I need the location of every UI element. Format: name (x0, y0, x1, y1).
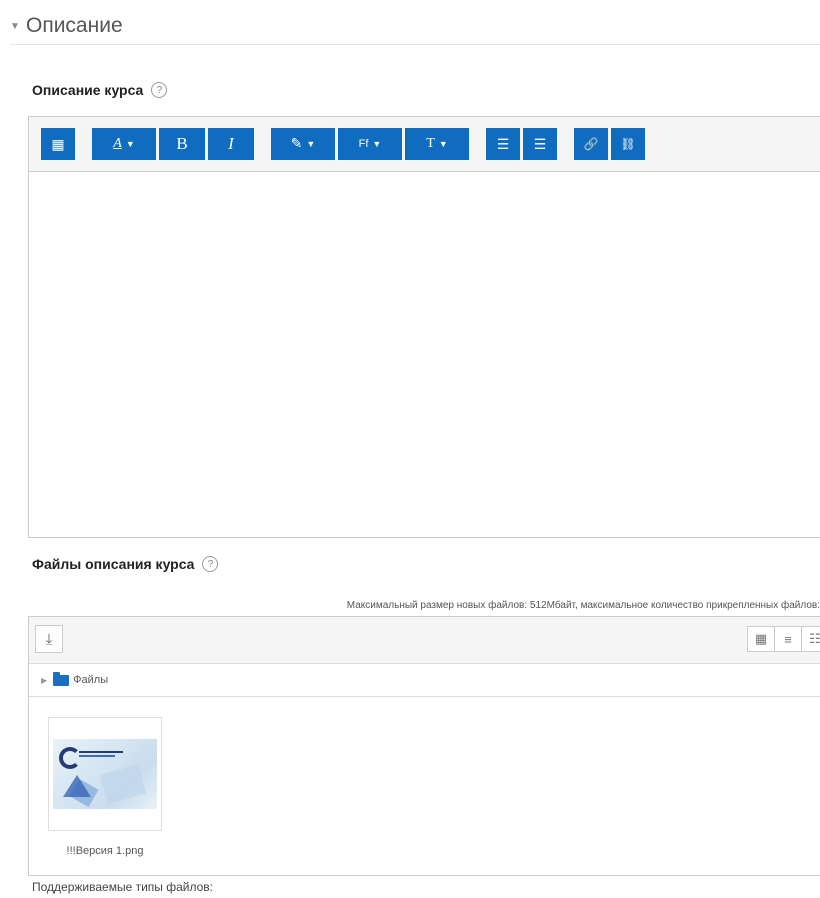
download-tray-icon: ⤓ (45, 630, 53, 648)
grid-view-icon: ▦ (754, 631, 768, 646)
bullet-list-icon: ☰ (496, 135, 510, 152)
file-manager-toolbar: ⤓ ▦ ≡ ☷ (29, 617, 820, 664)
file-list-area: !!!Версия 1.png (29, 697, 820, 877)
triangle-right-icon: ▶ (41, 675, 48, 685)
course-files-label-text: Файлы описания курса (32, 556, 195, 572)
caret-down-icon: ▼ (372, 139, 382, 149)
supported-file-types-label: Поддерживаемые типы файлов: (32, 880, 214, 894)
file-path-bar: ▶ Файлы (29, 664, 820, 697)
unordered-list-button[interactable]: ☰ (486, 128, 520, 160)
keyboard-grid-icon: ▦ (51, 135, 65, 152)
file-name[interactable]: !!!Версия 1.png (48, 845, 162, 857)
bold-button[interactable]: B (159, 128, 205, 160)
toolbar-group-style: A ▼ B I (92, 128, 257, 160)
bold-icon: B (176, 134, 188, 153)
font-family-icon: Ff (358, 138, 369, 150)
help-icon[interactable]: ? (202, 556, 219, 572)
course-files-label: Файлы описания курса ? (32, 556, 219, 572)
course-description-label-text: Описание курса (32, 82, 144, 98)
italic-icon: I (228, 134, 234, 153)
numbered-list-icon: ☰ (533, 135, 547, 152)
font-size-icon: T (426, 136, 435, 151)
triangle-down-icon[interactable]: ▼ (10, 21, 26, 32)
show-more-buttons-button[interactable]: ▦ (41, 128, 75, 160)
unlink-icon: ⛓ (620, 137, 636, 151)
list-view-button[interactable]: ≡ (774, 626, 802, 652)
unlink-button[interactable]: ⛓ (611, 128, 645, 160)
toolbar-group-links: 🔗 ⛓ (574, 128, 648, 160)
caret-down-icon: ▼ (125, 139, 135, 149)
list-view-icon: ≡ (784, 631, 792, 647)
caret-down-icon: ▼ (306, 139, 316, 149)
folder-icon (53, 671, 70, 686)
file-thumbnail[interactable] (48, 717, 162, 831)
ordered-list-button[interactable]: ☰ (523, 128, 557, 160)
toolbar-group-collapse: ▦ (41, 128, 78, 160)
course-description-label: Описание курса ? (32, 82, 168, 98)
folder-path-label[interactable]: Файлы (73, 674, 108, 686)
tree-view-button[interactable]: ☷ (801, 626, 820, 652)
help-icon[interactable]: ? (151, 82, 168, 98)
pen-icon: ✎ (290, 136, 303, 152)
link-icon: 🔗 (583, 137, 599, 151)
paragraph-style-button[interactable]: A ▼ (92, 128, 156, 160)
course-description-editor: ▦ A ▼ B I ✎ ▼ Ff ▼ T ▼ ☰ ☰ 🔗 ⛓ (28, 116, 820, 538)
file-manager: ⤓ ▦ ≡ ☷ ▶ Файлы !!!Версия 1.png (28, 616, 820, 876)
image-thumbnail (53, 739, 157, 809)
link-button[interactable]: 🔗 (574, 128, 608, 160)
add-file-button[interactable]: ⤓ (35, 625, 63, 653)
section-header[interactable]: ▼ Описание (10, 8, 820, 45)
icons-view-button[interactable]: ▦ (747, 626, 775, 652)
caret-down-icon: ▼ (438, 139, 448, 149)
italic-button[interactable]: I (208, 128, 254, 160)
file-limits-text: Максимальный размер новых файлов: 512Мба… (346, 600, 820, 611)
text-style-icon: A (113, 136, 122, 151)
view-mode-switcher: ▦ ≡ ☷ (747, 626, 820, 652)
tree-view-icon: ☷ (809, 631, 820, 646)
font-size-button[interactable]: T ▼ (405, 128, 469, 160)
section-title: Описание (26, 14, 123, 37)
editor-toolbar: ▦ A ▼ B I ✎ ▼ Ff ▼ T ▼ ☰ ☰ 🔗 ⛓ (29, 117, 820, 172)
font-color-button[interactable]: ✎ ▼ (271, 128, 335, 160)
toolbar-group-list: ☰ ☰ (486, 128, 560, 160)
font-family-button[interactable]: Ff ▼ (338, 128, 402, 160)
toolbar-group-format: ✎ ▼ Ff ▼ T ▼ (271, 128, 472, 160)
editor-content-area[interactable] (29, 172, 820, 536)
